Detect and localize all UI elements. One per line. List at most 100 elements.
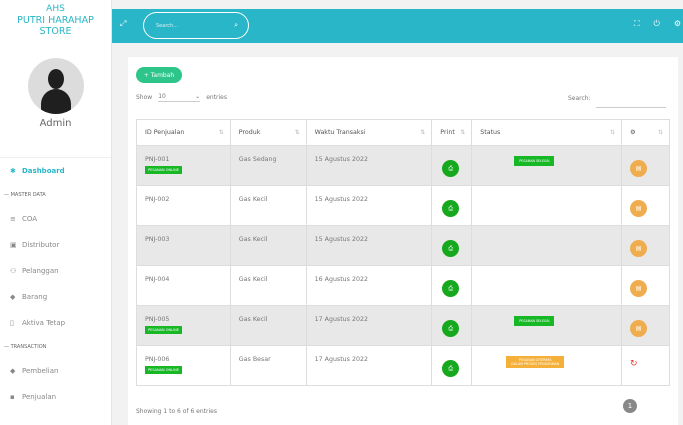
sidebar-item-dashboard[interactable]: ✱ Dashboard	[0, 158, 111, 184]
column-header-label: Waktu Transaksi	[314, 129, 366, 136]
sidebar-item-pelanggan[interactable]: ⚇ Pelanggan	[0, 258, 111, 284]
edit-icon[interactable]: ▤	[630, 280, 648, 297]
table-search-input[interactable]	[596, 107, 666, 108]
power-icon[interactable]: ⏻	[654, 19, 660, 29]
cell-print: ⎙	[431, 225, 473, 266]
cell-action: ▤	[621, 185, 670, 226]
cell-status	[471, 265, 623, 306]
home-icon: ✱	[10, 167, 16, 175]
table-header-row: ID Penjualan ⇅ Produk ⇅ Waktu Transaksi ⇅ Prin…	[136, 119, 670, 146]
column-header[interactable]: Print ⇅	[431, 119, 473, 146]
cell-time: 16 Agustus 2022	[305, 265, 433, 306]
sales-card: + Tambah Show 10 ⌄ entries Search: ID Pe…	[128, 57, 678, 425]
sidebar-item-penjualan[interactable]: ▪ Penjualan	[0, 384, 111, 410]
cell-product: Gas Kecil	[229, 265, 307, 306]
print-icon[interactable]: ⎙	[442, 200, 460, 217]
sort-icon[interactable]: ⇅	[420, 129, 425, 136]
sidebar-item-coa[interactable]: ≡ COA	[0, 206, 111, 232]
cell-id: PNJ-002	[136, 185, 231, 226]
edit-icon[interactable]: ▤	[630, 320, 648, 337]
print-icon[interactable]: ⎙	[442, 360, 460, 377]
sidebar-item-distributor[interactable]: ▣ Distributor	[0, 232, 111, 258]
cell-product: Gas Kecil	[229, 185, 307, 226]
sidebar: AHS PUTRI HARAHAP STORE Admin ✱ Dashboard…	[0, 0, 112, 425]
cell-action: ▤	[621, 265, 670, 306]
add-button[interactable]: + Tambah	[136, 67, 182, 83]
status-badge: PESANAN DITERIMA DALAM PROSES PENGIRIMAN	[506, 356, 565, 368]
print-icon[interactable]: ⎙	[442, 280, 460, 297]
sale-id: PNJ-005	[145, 316, 170, 323]
sort-icon[interactable]: ⇅	[460, 129, 465, 136]
column-header-label: Produk	[238, 129, 261, 136]
profile-name: Admin	[39, 118, 72, 129]
avatar	[27, 58, 84, 114]
sort-icon[interactable]: ⇅	[295, 129, 300, 136]
file-icon: ▯	[10, 319, 14, 327]
column-header[interactable]: Waktu Transaksi ⇅	[305, 119, 433, 146]
search-input[interactable]: Search... ⌕	[143, 12, 249, 39]
edit-icon[interactable]: ▤	[630, 200, 648, 217]
pagination-page[interactable]: 1	[623, 399, 637, 413]
settings-icon[interactable]: ⚙	[674, 19, 681, 29]
cell-action: ▤	[621, 225, 670, 266]
cube-icon: ◆	[10, 293, 16, 301]
sidebar-item-label: Pembelian	[22, 367, 59, 375]
cell-action: ▤	[621, 305, 670, 346]
cell-status	[471, 185, 623, 226]
cell-print: ⎙	[431, 265, 473, 306]
cell-print: ⎙	[431, 145, 473, 186]
sale-id: PNJ-006	[145, 356, 170, 363]
sort-icon[interactable]: ⇅	[219, 129, 224, 136]
sale-id: PNJ-003	[145, 236, 170, 243]
column-header-label: Status	[480, 129, 501, 136]
column-header[interactable]: Produk ⇅	[229, 119, 307, 146]
entries-select[interactable]: 10 ⌄	[158, 93, 201, 102]
column-header[interactable]: ID Penjualan ⇅	[136, 119, 231, 146]
cell-product: Gas Sedang	[229, 145, 307, 186]
online-badge: PESANAN ONLINE	[145, 326, 182, 334]
cell-id: PNJ-005 PESANAN ONLINE	[136, 305, 231, 346]
expand-icon[interactable]: ⤢	[120, 19, 126, 29]
edit-icon[interactable]: ▤	[630, 240, 648, 257]
profile: Admin	[0, 58, 111, 158]
brand[interactable]: AHS PUTRI HARAHAP STORE	[0, 0, 111, 44]
sidebar-item-label: Barang	[22, 293, 48, 301]
print-icon[interactable]: ⎙	[442, 240, 460, 257]
cell-product: Gas Besar	[229, 345, 307, 386]
users-icon: ⚇	[10, 267, 17, 275]
column-header[interactable]: Status ⇅	[471, 119, 623, 146]
sidebar-item-label: Pelanggan	[22, 267, 59, 275]
cell-time: 15 Agustus 2022	[305, 225, 433, 266]
sidebar-item-label: Dashboard	[22, 167, 65, 175]
sidebar-item-barang[interactable]: ◆ Barang	[0, 284, 111, 310]
brand-line-1: AHS	[46, 4, 65, 14]
edit-icon[interactable]: ▤	[630, 160, 648, 177]
topbar: ⤢ Search... ⌕ ⛶ ⏻ ⚙	[112, 9, 683, 43]
list-icon: ≡	[10, 215, 16, 223]
sidebar-section: — TRANSACTION	[4, 344, 47, 350]
cell-id: PNJ-004	[136, 265, 231, 306]
cell-status: PESANAN DITERIMA DALAM PROSES PENGIRIMAN	[471, 345, 623, 386]
sort-icon[interactable]: ⇅	[658, 129, 663, 136]
entries-label: entries	[206, 94, 228, 101]
sale-id: PNJ-002	[145, 196, 170, 203]
fullscreen-icon[interactable]: ⛶	[634, 19, 640, 29]
sidebar-item-aktiva-tetap[interactable]: ▯ Aktiva Tetap	[0, 310, 111, 336]
column-header-label: Print	[440, 129, 455, 136]
sort-icon[interactable]: ⇅	[610, 129, 615, 136]
chevron-down-icon: ⌄	[195, 93, 201, 100]
cell-status	[471, 225, 623, 266]
cell-time: 17 Agustus 2022	[305, 345, 433, 386]
cart-icon: ◆	[10, 367, 16, 375]
cell-print: ⎙	[431, 345, 473, 386]
sidebar-item-pembelian[interactable]: ◆ Pembelian	[0, 358, 111, 384]
search-icon[interactable]: ⌕	[234, 21, 238, 30]
print-icon[interactable]: ⎙	[442, 160, 460, 177]
online-badge: PESANAN ONLINE	[145, 366, 182, 374]
print-icon[interactable]: ⎙	[442, 320, 460, 337]
refresh-icon[interactable]: ↻	[630, 359, 669, 369]
table-row: PNJ-005 PESANAN ONLINE Gas Kecil 17 Agustus…	[136, 305, 670, 346]
status-badge: PESANAN SELESAI	[514, 156, 555, 166]
cell-id: PNJ-006 PESANAN ONLINE	[136, 345, 231, 386]
column-header[interactable]: ⚙ ⇅	[621, 119, 670, 146]
